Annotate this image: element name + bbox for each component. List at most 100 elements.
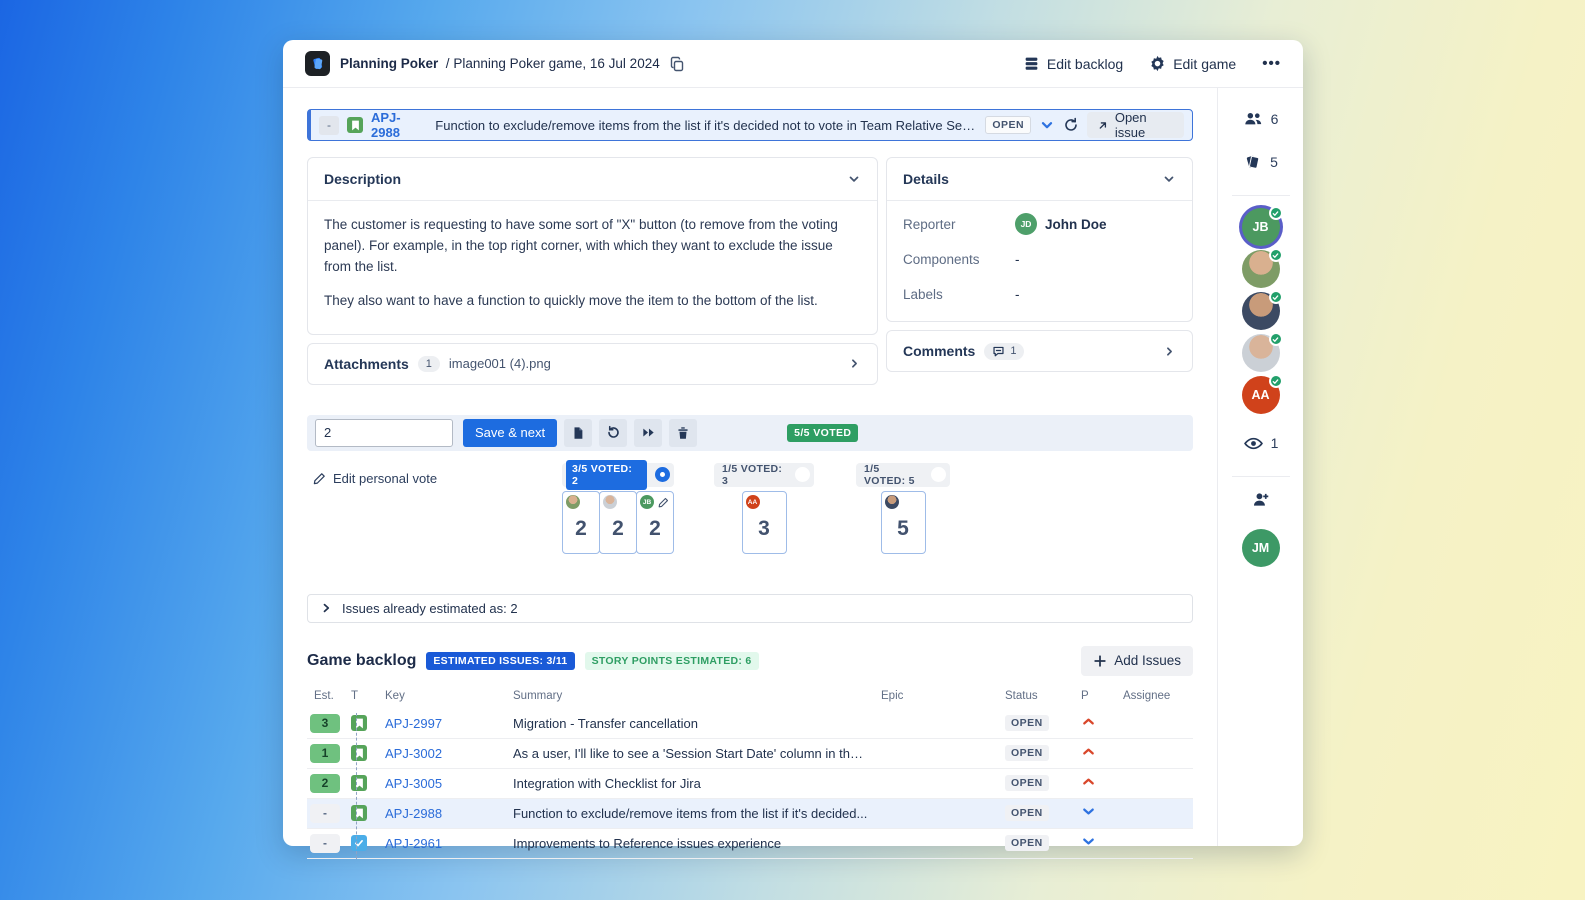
status-badge: OPEN xyxy=(1005,805,1049,821)
plus-icon xyxy=(1093,654,1107,668)
voted-check-icon xyxy=(1269,248,1283,262)
eye-icon xyxy=(1243,433,1264,454)
status-badge: OPEN xyxy=(1005,715,1049,731)
description-header[interactable]: Description xyxy=(308,158,877,200)
priority-high-icon xyxy=(1081,744,1123,762)
estimate-chip: 2 xyxy=(310,774,340,793)
edit-personal-vote-button[interactable]: Edit personal vote xyxy=(313,471,437,486)
voted-progress-badge: 5/5 VOTED xyxy=(787,424,858,442)
pencil-icon xyxy=(658,497,669,508)
vote-controls-strip: Save & next 5/5 VOTED xyxy=(307,415,1193,451)
planning-poker-window: Planning Poker / Planning Poker game, 16… xyxy=(283,40,1303,846)
avatar-participant-jm[interactable]: JM xyxy=(1242,529,1280,567)
table-row[interactable]: 2 APJ-3005 Integration with Checklist fo… xyxy=(307,769,1193,799)
avatar-participant-aa[interactable]: AA xyxy=(1242,376,1280,414)
personal-vote-card[interactable]: JB 2 xyxy=(636,491,674,554)
table-header-row: Est. T Key Summary Epic Status P Assigne… xyxy=(307,690,1193,709)
avatar-participant[interactable] xyxy=(1242,292,1280,330)
table-row[interactable]: 1 APJ-3002 As a user, I'll like to see a… xyxy=(307,739,1193,769)
table-row-current[interactable]: - APJ-2988 Function to exclude/remove it… xyxy=(307,799,1193,829)
issue-summary: Function to exclude/remove items from th… xyxy=(435,118,977,133)
comments-panel[interactable]: Comments 1 xyxy=(886,330,1193,372)
backlog-icon xyxy=(1023,55,1040,72)
watchers-counter: 1 xyxy=(1243,428,1279,458)
attachments-panel[interactable]: Attachments 1 image001 (4).png xyxy=(307,343,878,385)
vote-group-5: 1/5 VOTED: 5 5 xyxy=(856,463,950,554)
avatar-current-user[interactable]: JB xyxy=(1242,208,1280,246)
issue-summary: Integration with Checklist for Jira xyxy=(513,776,881,791)
issue-summary: Improvements to Reference issues experie… xyxy=(513,836,881,851)
vote-group-radio[interactable] xyxy=(795,467,810,482)
app-name: Planning Poker xyxy=(340,56,438,71)
edit-backlog-button[interactable]: Edit backlog xyxy=(1023,55,1123,72)
divider xyxy=(1232,195,1290,196)
voter-avatar xyxy=(566,495,580,509)
edit-game-button[interactable]: Edit game xyxy=(1149,55,1236,72)
issue-details-icon[interactable] xyxy=(564,419,592,447)
comments-title: Comments xyxy=(903,343,975,359)
estimate-chip: 1 xyxy=(310,744,340,763)
status-dropdown-chevron-icon[interactable] xyxy=(1039,117,1055,133)
vote-card: 5 xyxy=(881,491,926,554)
invite-participant-button[interactable] xyxy=(1250,489,1271,515)
voted-check-icon xyxy=(1269,374,1283,388)
issue-key-link[interactable]: APJ-2988 xyxy=(371,110,427,140)
components-row: Components - xyxy=(903,248,1176,270)
comments-count-badge: 1 xyxy=(984,343,1024,360)
sync-icon[interactable] xyxy=(1063,117,1079,133)
issue-estimate-chip: - xyxy=(319,116,339,135)
game-backlog-title: Game backlog xyxy=(307,652,416,670)
vote-group-radio[interactable] xyxy=(931,467,946,482)
open-issue-button[interactable]: Open issue xyxy=(1087,112,1184,138)
vote-group-label: 1/5 VOTED: 3 xyxy=(718,460,787,490)
story-points-badge: STORY POINTS ESTIMATED: 6 xyxy=(585,652,759,670)
delete-icon[interactable] xyxy=(669,419,697,447)
issue-key-link[interactable]: APJ-2988 xyxy=(385,806,513,821)
save-next-button[interactable]: Save & next xyxy=(463,419,557,447)
issue-status-badge: OPEN xyxy=(985,116,1031,134)
divider xyxy=(1232,476,1290,477)
reporter-avatar: JD xyxy=(1015,213,1037,235)
copy-link-icon[interactable] xyxy=(669,56,685,72)
table-row[interactable]: 3 APJ-2997 Migration - Transfer cancella… xyxy=(307,709,1193,739)
issue-key-link[interactable]: APJ-3002 xyxy=(385,746,513,761)
issue-key-link[interactable]: APJ-3005 xyxy=(385,776,513,791)
attachments-count-badge: 1 xyxy=(418,356,440,372)
vote-card: 2 xyxy=(562,491,600,554)
story-type-icon xyxy=(351,775,367,791)
person-add-icon xyxy=(1250,489,1271,510)
status-badge: OPEN xyxy=(1005,775,1049,791)
priority-high-icon xyxy=(1081,774,1123,792)
table-row[interactable]: - APJ-2961 Improvements to Reference iss… xyxy=(307,829,1193,859)
more-menu-button[interactable]: ••• xyxy=(1262,55,1281,72)
game-backlog-header: Game backlog ESTIMATED ISSUES: 3/11 STOR… xyxy=(307,646,1193,676)
story-type-icon xyxy=(351,715,367,731)
vote-input[interactable] xyxy=(315,419,453,447)
current-issue-banner: - APJ-2988 Function to exclude/remove it… xyxy=(307,109,1193,141)
attachment-filename: image001 (4).png xyxy=(449,356,551,371)
avatar-participant[interactable] xyxy=(1242,250,1280,288)
vote-group-2: 3/5 VOTED: 2 2 2 xyxy=(562,463,674,554)
add-issues-button[interactable]: Add Issues xyxy=(1081,646,1193,676)
status-badge: OPEN xyxy=(1005,835,1049,851)
reset-votes-icon[interactable] xyxy=(599,419,627,447)
vote-card: AA 3 xyxy=(742,491,787,554)
game-title: Planning Poker game, 16 Jul 2024 xyxy=(453,56,659,71)
issue-summary: Function to exclude/remove items from th… xyxy=(513,806,881,821)
avatar-participant[interactable] xyxy=(1242,334,1280,372)
issue-key-link[interactable]: APJ-2997 xyxy=(385,716,513,731)
vote-group-label: 1/5 VOTED: 5 xyxy=(860,460,923,490)
vote-card: 2 xyxy=(599,491,637,554)
story-type-icon xyxy=(347,117,363,133)
issue-key-link[interactable]: APJ-2961 xyxy=(385,836,513,851)
skip-issue-icon[interactable] xyxy=(634,419,662,447)
participants-counter: 6 xyxy=(1243,104,1279,134)
reporter-row: Reporter JD John Doe xyxy=(903,213,1176,235)
issues-already-estimated-bar[interactable]: Issues already estimated as: 2 xyxy=(307,594,1193,623)
vote-group-radio-selected[interactable] xyxy=(655,467,670,482)
details-header[interactable]: Details xyxy=(887,158,1192,200)
voter-avatar-jb: JB xyxy=(640,495,654,509)
priority-low-icon xyxy=(1081,804,1123,822)
voted-check-icon xyxy=(1269,290,1283,304)
estimate-chip: - xyxy=(310,834,340,853)
